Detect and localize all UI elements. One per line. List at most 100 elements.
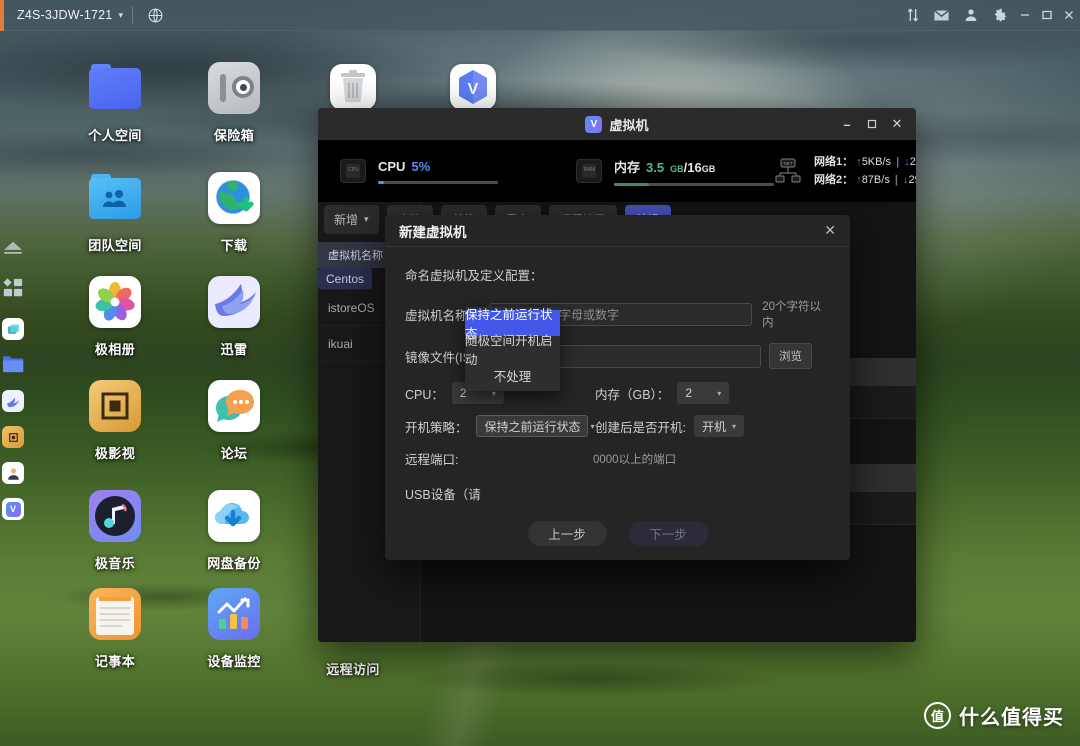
desktop-icon-music[interactable]: 极音乐	[60, 490, 170, 572]
desktop-icon-team-space[interactable]: 团队空间	[60, 172, 170, 254]
network1-upload: 5KB/s	[861, 156, 892, 168]
network2-separator: |	[894, 174, 898, 186]
cpu-chip-icon: CPU	[340, 159, 366, 183]
vm-new-button[interactable]: 新增 ▾	[324, 204, 379, 234]
thunder-bird-icon	[208, 276, 260, 328]
network2-label: 网络2：	[814, 174, 854, 186]
memory-total-unit: GB	[701, 163, 716, 174]
boot-policy-dropdown[interactable]: 保持之前运行状态 随极空间开机启动 不处理	[465, 307, 560, 391]
remote-port-row: 远程端口: 0000以上的端口	[405, 449, 830, 468]
usb-device-label: USB设备（请	[405, 488, 481, 502]
left-dock: V	[0, 240, 26, 520]
dropdown-option-start-with-host[interactable]: 随极空间开机启动	[465, 334, 560, 367]
power-on-select[interactable]: 开机 ▾	[693, 415, 745, 437]
boot-policy-select[interactable]: 保持之前运行状态 ▾	[475, 415, 595, 437]
desktop-icon-notes[interactable]: 记事本	[60, 588, 170, 670]
vm-new-label: 新增	[334, 212, 359, 227]
window-minimize-button[interactable]	[1014, 0, 1036, 31]
network1-download: 23KB/s	[909, 156, 916, 168]
network2-download: 291B/s	[908, 174, 916, 186]
trash-icon	[330, 64, 376, 110]
usb-device-row: USB设备（请	[405, 484, 830, 503]
safe-box-icon	[208, 62, 260, 114]
dock-item-user[interactable]	[2, 462, 24, 484]
desktop-icon-personal-space[interactable]: 个人空间	[60, 62, 170, 144]
memory-progress-bar	[614, 182, 774, 186]
desktop-icon-safe-box[interactable]: 保险箱	[179, 62, 289, 144]
photos-icon	[89, 276, 141, 328]
gear-icon[interactable]	[985, 0, 1014, 31]
network1-separator: |	[896, 156, 900, 168]
previous-step-button[interactable]: 上一步	[527, 521, 607, 546]
vm-close-button[interactable]: ✕	[886, 112, 908, 136]
vm-name-hint: 20个字符以内	[762, 301, 821, 329]
folder-people-icon	[89, 172, 141, 224]
memory-total: 16	[687, 159, 702, 175]
window-maximize-button[interactable]	[1036, 0, 1058, 31]
chevron-down-icon: ▾	[717, 388, 722, 398]
cpu-value: 5%	[411, 158, 431, 174]
watermark-logo-icon: 值	[924, 702, 951, 729]
dock-item-shade[interactable]	[2, 240, 24, 263]
dock-item-apps[interactable]	[2, 277, 24, 304]
vm-list-item-centos[interactable]: Centos	[318, 268, 373, 290]
network-stat: NET 网络1： ↑5KB/s | ↓23KB/s 网络2： ↑87B/s |	[774, 153, 916, 189]
desktop-icon-label: 极相册	[94, 342, 136, 357]
music-icon	[89, 490, 141, 542]
new-vm-dialog: 新建虚拟机 ✕ 命名虚拟机及定义配置： 虚拟机名称: 请输入英文字母或数字 20…	[385, 215, 850, 560]
memory-select-value: 2	[685, 386, 692, 400]
dialog-footer: 上一步 下一步	[385, 521, 850, 546]
dialog-cpu-label: CPU：	[405, 387, 444, 402]
mail-icon[interactable]	[927, 0, 956, 31]
boot-policy-label: 开机策略：	[405, 420, 468, 435]
chevron-down-icon: ▾	[732, 421, 737, 431]
desktop-icon-download[interactable]: 下载	[179, 172, 289, 254]
desktop-icon-forum[interactable]: 论坛	[179, 380, 289, 462]
chevron-down-icon: ▾	[118, 9, 124, 20]
transfer-icon[interactable]	[898, 0, 927, 31]
chevron-down-icon: ▾	[364, 213, 369, 224]
desktop-icon-label: 极影视	[94, 446, 136, 461]
notes-icon	[89, 588, 141, 640]
desktop-icon-label: 团队空间	[88, 238, 142, 253]
dialog-close-button[interactable]: ✕	[824, 222, 836, 239]
dock-item-folder[interactable]	[2, 354, 24, 376]
desktop-icon-device-monitor[interactable]: 设备监控	[179, 588, 289, 670]
vm-maximize-button[interactable]	[861, 112, 883, 136]
desktop-icon-video[interactable]: 极影视	[60, 380, 170, 462]
browse-button[interactable]: 浏览	[769, 343, 812, 369]
dialog-memory-label: 内存（GB）：	[595, 387, 670, 402]
vm-minimize-button[interactable]: –	[836, 112, 858, 136]
dock-item-vm[interactable]: V	[2, 498, 24, 520]
dock-item-video[interactable]	[2, 426, 24, 448]
svg-text:V: V	[468, 81, 479, 98]
desktop-icon-label: 网盘备份	[207, 556, 261, 571]
dialog-header: 新建虚拟机 ✕	[385, 215, 850, 247]
power-on-label: 创建后是否开机:	[595, 420, 686, 435]
dialog-body: 命名虚拟机及定义配置： 虚拟机名称: 请输入英文字母或数字 20个字符以内 镜像…	[385, 247, 850, 503]
desktop-icon-photos[interactable]: 极相册	[60, 276, 170, 358]
desktop-icon-label: 迅雷	[220, 342, 248, 357]
window-close-button[interactable]	[1058, 0, 1080, 31]
desktop-icon-label: 下载	[220, 238, 248, 253]
network2-row: 网络2： ↑87B/s | ↓291B/s	[814, 171, 916, 189]
desktop-icon-cloud-backup[interactable]: 网盘备份	[179, 490, 289, 572]
vm-logo-icon: V	[585, 115, 603, 133]
dock-item-thunder[interactable]	[2, 390, 24, 412]
boot-policy-row: 开机策略： 保持之前运行状态 ▾ 创建后是否开机: 开机 ▾	[405, 415, 830, 437]
host-name-button[interactable]: Z4S-3JDW-1721 ▾	[4, 0, 132, 31]
boot-policy-value: 保持之前运行状态	[484, 419, 581, 434]
dialog-title: 新建虚拟机	[399, 224, 467, 240]
desktop-icon-label: 设备监控	[207, 654, 261, 669]
dock-item-photos[interactable]	[2, 318, 24, 340]
desktop-icon-label: 记事本	[94, 654, 136, 669]
next-step-button[interactable]: 下一步	[628, 521, 708, 546]
system-topbar: Z4S-3JDW-1721 ▾	[0, 0, 1080, 31]
user-icon[interactable]	[956, 0, 985, 31]
network2-upload: 87B/s	[861, 174, 890, 186]
memory-select[interactable]: 2 ▾	[677, 382, 730, 404]
video-icon	[89, 380, 141, 432]
network-icon: NET	[774, 158, 802, 184]
globe-icon[interactable]	[133, 0, 177, 31]
desktop-icon-thunder[interactable]: 迅雷	[179, 276, 289, 358]
